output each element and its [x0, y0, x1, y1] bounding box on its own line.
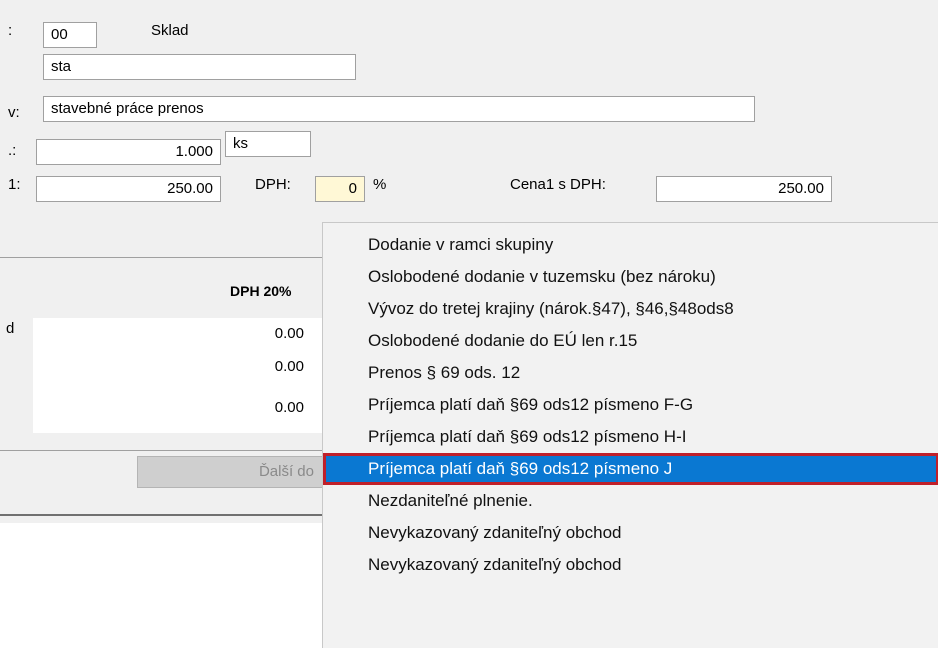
cena-dph-field[interactable]: 250.00 — [656, 176, 832, 202]
summary-row-label: d — [6, 320, 15, 337]
menu-item-oslobodene-tuzemsku[interactable]: Oslobodené dodanie v tuzemsku (bez nárok… — [323, 261, 938, 293]
menu-item-prijemca-h-i[interactable]: Príjemca platí daň §69 ods12 písmeno H-I — [323, 421, 938, 453]
menu-item-prijemca-f-g[interactable]: Príjemca platí daň §69 ods12 písmeno F-G — [323, 389, 938, 421]
code-field[interactable]: 00 — [43, 22, 97, 48]
menu-item-prenos[interactable]: Prenos § 69 ods. 12 — [323, 357, 938, 389]
dph-rate-field[interactable]: 0 — [315, 176, 365, 202]
menu-item-nevykazovany-1[interactable]: Nevykazovaný zdaniteľný obchod — [323, 517, 938, 549]
price-field[interactable]: 250.00 — [36, 176, 221, 202]
row4-label: .: — [8, 142, 17, 159]
description-field[interactable]: stavebné práce prenos — [43, 96, 755, 122]
row1-label: : — [8, 22, 13, 39]
menu-item-nezdanitelne[interactable]: Nezdaniteľné plnenie. — [323, 485, 938, 517]
separator-mid — [0, 450, 322, 451]
separator-bottom — [0, 514, 322, 516]
summary-value-3: 0.00 — [274, 399, 304, 416]
summary-value-2: 0.00 — [274, 358, 304, 375]
next-button[interactable]: Ďalší do — [137, 456, 327, 488]
dph-label: DPH: — [255, 176, 291, 193]
menu-item-nevykazovany-2[interactable]: Nevykazovaný zdaniteľný obchod — [323, 549, 938, 581]
short-name-field[interactable]: sta — [43, 54, 356, 80]
separator-top — [0, 257, 322, 258]
row3-label: v: — [8, 104, 20, 121]
row5-label: 1: — [8, 176, 21, 193]
dph-20-header: DPH 20% — [230, 283, 292, 299]
quantity-field[interactable]: 1.000 — [36, 139, 221, 165]
tax-type-context-menu: Dodanie v ramci skupiny Oslobodené dodan… — [322, 222, 938, 648]
summary-value-1: 0.00 — [274, 325, 304, 342]
sklad-label: Sklad — [151, 22, 189, 39]
menu-item-vyvoz[interactable]: Vývoz do tretej krajiny (nárok.§47), §46… — [323, 293, 938, 325]
menu-item-oslobodene-eu[interactable]: Oslobodené dodanie do EÚ len r.15 — [323, 325, 938, 357]
menu-item-prijemca-j[interactable]: Príjemca platí daň §69 ods12 písmeno J — [323, 453, 938, 485]
cena-dph-label: Cena1 s DPH: — [510, 176, 606, 193]
menu-item-dodanie-skupiny[interactable]: Dodanie v ramci skupiny — [323, 229, 938, 261]
unit-field[interactable]: ks — [225, 131, 311, 157]
percent-label: % — [373, 176, 387, 193]
